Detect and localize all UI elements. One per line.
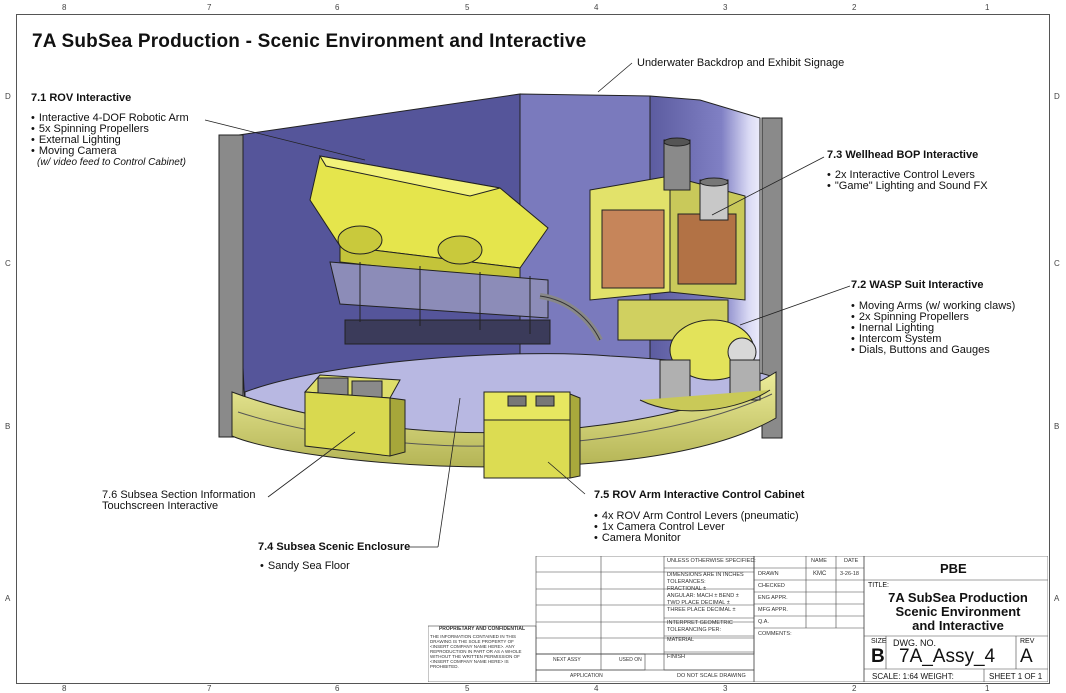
eng-appr-label: ENG APPR. — [758, 595, 788, 601]
next-assy-label: NEXT ASSY — [553, 657, 581, 663]
proprietary-heading: PROPRIETARY AND CONFIDENTIAL — [438, 626, 526, 632]
tolerance-line: THREE PLACE DECIMAL ± — [667, 607, 736, 613]
wellhead-item: "Game" Lighting and Sound FX — [827, 181, 988, 192]
touchscreen-callout: 7.6 Subsea Section Information Touchscre… — [102, 490, 255, 512]
wellhead-heading: 7.3 Wellhead BOP Interactive — [827, 149, 979, 161]
title-label: TITLE: — [868, 582, 890, 589]
material-label: MATERIAL — [667, 637, 695, 643]
cabinet-heading: 7.5 ROV Arm Interactive Control Cabinet — [594, 489, 805, 501]
enclosure-item: Sandy Sea Floor — [260, 561, 410, 572]
tolerances-block: DIMENSIONS ARE IN INCHES TOLERANCES: FRA… — [667, 572, 744, 614]
used-on-label: USED ON — [619, 657, 642, 663]
comments-label: COMMENTS: — [758, 631, 792, 637]
unless-label: UNLESS OTHERWISE SPECIFIED: — [667, 558, 756, 564]
tolerance-line: ANGULAR: MACH ± BEND ± — [667, 593, 739, 599]
wasp-heading: 7.2 WASP Suit Interactive — [851, 279, 984, 291]
size-label: SIZE — [871, 638, 887, 645]
tolerance-line: TWO PLACE DECIMAL ± — [667, 600, 730, 606]
interpret-line: INTERPRET GEOMETRIC — [667, 620, 733, 626]
rev-label: REV — [1020, 638, 1035, 645]
finish-label: FINISH — [667, 654, 686, 660]
drawing-title-line: and Interactive — [912, 618, 1004, 633]
drawn-label: DRAWN — [758, 571, 779, 577]
enclosure-list: Sandy Sea Floor — [260, 561, 410, 572]
backdrop-callout: Underwater Backdrop and Exhibit Signage — [637, 57, 845, 69]
wasp-list: Moving Arms (w/ working claws) 2x Spinni… — [851, 301, 1015, 356]
proprietary-box: PROPRIETARY AND CONFIDENTIAL THE INFORMA… — [430, 626, 534, 670]
touchscreen-line-2: Touchscreen Interactive — [102, 500, 219, 512]
cabinet-list: 4x ROV Arm Control Levers (pneumatic) 1x… — [594, 511, 804, 544]
rov-list: Interactive 4-DOF Robotic Arm 5x Spinnin… — [31, 113, 189, 157]
size-value: B — [871, 646, 885, 667]
rov-item: Moving Camera — [31, 146, 189, 157]
scale-label: SCALE: 1:64 WEIGHT: — [872, 672, 954, 681]
control-cabinet-model — [483, 391, 581, 479]
touchscreen-kiosk-model — [303, 374, 406, 457]
drawing-title-line: 7A SubSea Production — [888, 590, 1028, 605]
rov-note: (w/ video feed to Control Cabinet) — [37, 157, 186, 168]
enclosure-callout: 7.4 Subsea Scenic Enclosure Sandy Sea Fl… — [258, 541, 410, 572]
drawn-name: KMC — [813, 571, 827, 577]
rev-value: A — [1020, 646, 1033, 667]
proprietary-line: PROHIBITED. — [430, 664, 459, 669]
wellhead-list: 2x Interactive Control Levers "Game" Lig… — [827, 170, 988, 192]
wasp-item: Dials, Buttons and Gauges — [851, 345, 1015, 356]
dwg-no-value: 7A_Assy_4 — [899, 646, 996, 667]
tolerance-line: DIMENSIONS ARE IN INCHES — [667, 572, 744, 578]
application-label: APPLICATION — [570, 673, 603, 679]
sheet-label: SHEET 1 OF 1 — [989, 672, 1043, 681]
company-name: PBE — [940, 561, 967, 576]
wellhead-callout: 7.3 Wellhead BOP Interactive 2x Interact… — [827, 149, 988, 192]
name-header: NAME — [811, 558, 827, 564]
left-post — [218, 134, 244, 438]
drawn-date: 3-26-18 — [840, 571, 859, 577]
rov-heading: 7.1 ROV Interactive — [31, 92, 132, 104]
mfg-appr-label: MFG APPR. — [758, 607, 788, 613]
tolerance-line: FRACTIONAL ± — [667, 586, 707, 592]
wasp-callout: 7.2 WASP Suit Interactive Moving Arms (w… — [851, 279, 1015, 356]
checked-label: CHECKED — [758, 583, 785, 589]
rov-callout: 7.1 ROV Interactive Interactive 4-DOF Ro… — [31, 92, 189, 168]
do-not-scale-label: DO NOT SCALE DRAWING — [677, 673, 746, 679]
tolerance-line: TOLERANCES: — [667, 579, 706, 585]
drawing-title-block: 7A SubSea Production Scenic Environment … — [870, 591, 1046, 633]
enclosure-heading: 7.4 Subsea Scenic Enclosure — [258, 541, 411, 553]
cabinet-item: Camera Monitor — [594, 533, 804, 544]
drawing-title-line: Scenic Environment — [895, 604, 1021, 619]
qa-label: Q.A. — [758, 619, 770, 625]
interpret-block: INTERPRET GEOMETRIC TOLERANCING PER: — [667, 620, 733, 634]
interpret-line: TOLERANCING PER: — [667, 627, 721, 633]
date-header: DATE — [844, 558, 859, 564]
cabinet-callout: 7.5 ROV Arm Interactive Control Cabinet … — [594, 489, 804, 544]
